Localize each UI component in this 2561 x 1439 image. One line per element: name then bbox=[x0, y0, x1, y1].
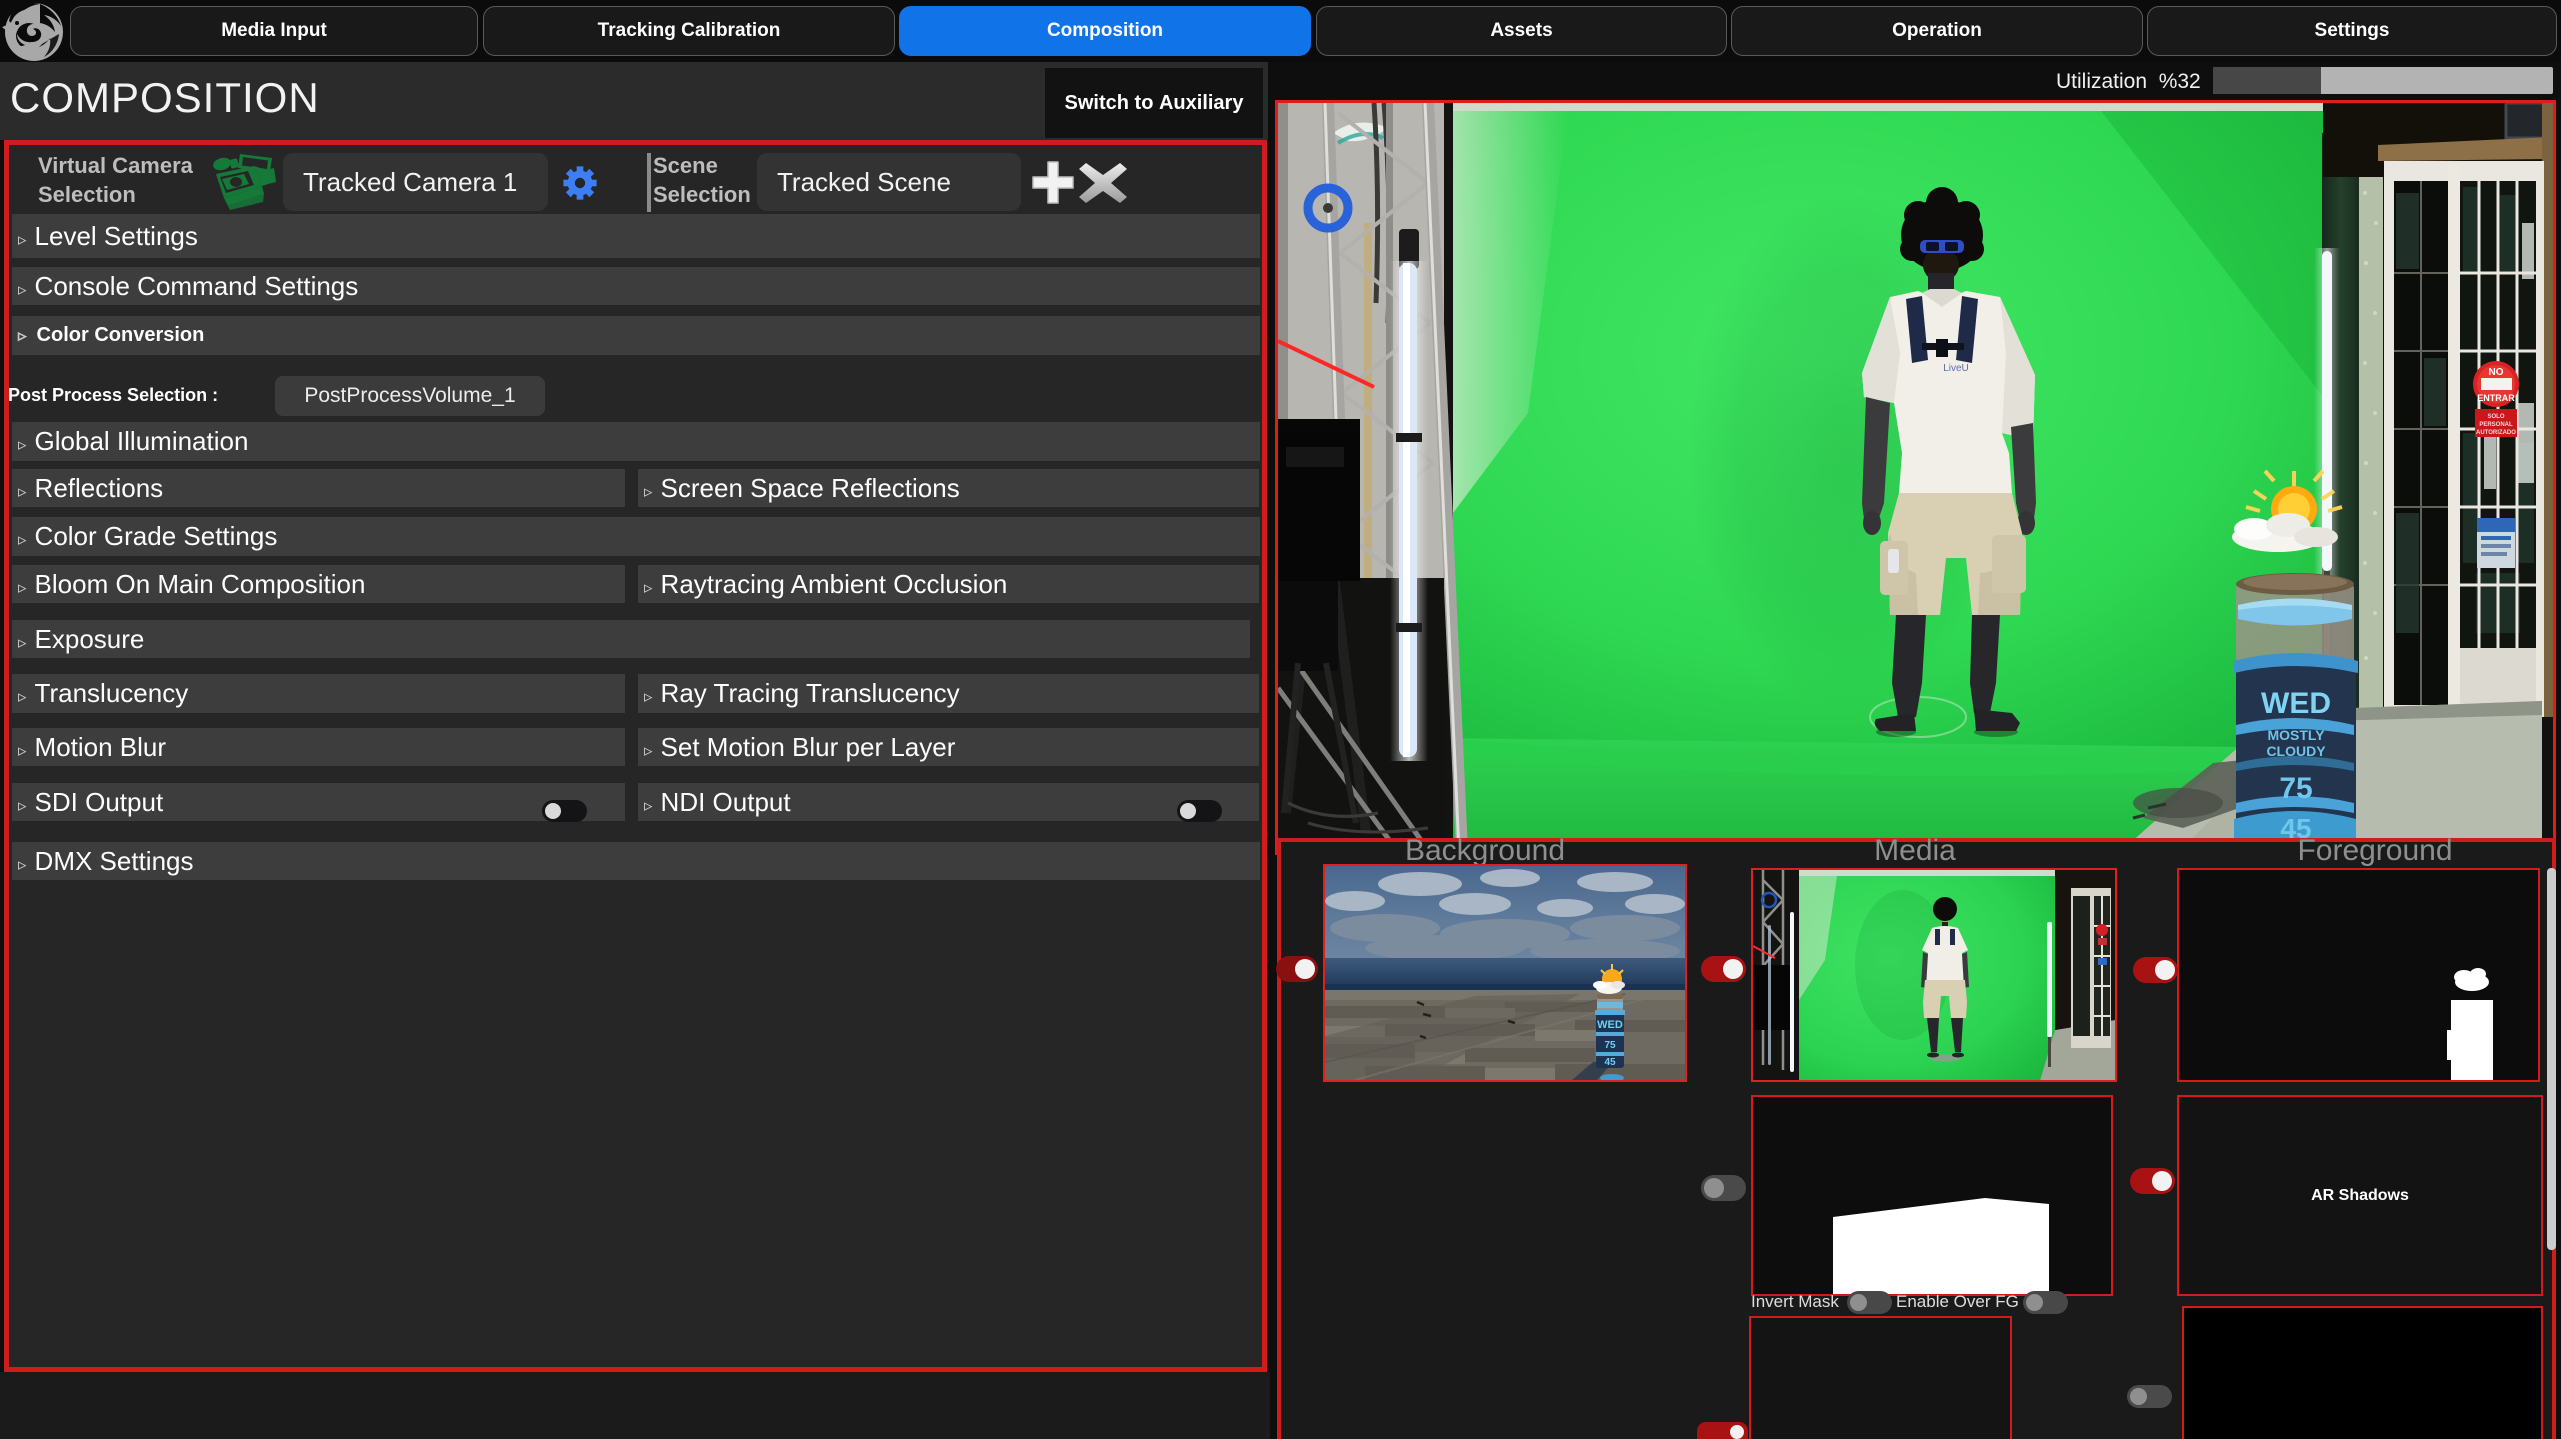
svg-text:SOLO: SOLO bbox=[2487, 414, 2504, 420]
svg-text:WED: WED bbox=[1597, 1019, 1623, 1031]
svg-text:CLOUDY: CLOUDY bbox=[2266, 743, 2326, 759]
svg-text:ENTRAR: ENTRAR bbox=[2477, 393, 2515, 403]
svg-text:AUTORIZADO: AUTORIZADO bbox=[2476, 430, 2516, 436]
svg-text:LiveU: LiveU bbox=[1943, 363, 1969, 374]
svg-text:WED: WED bbox=[2261, 687, 2331, 720]
svg-text:45: 45 bbox=[1604, 1057, 1616, 1068]
svg-text:75: 75 bbox=[2279, 772, 2312, 805]
svg-text:MOSTLY: MOSTLY bbox=[2267, 727, 2325, 743]
svg-text:75: 75 bbox=[1604, 1040, 1616, 1051]
svg-text:NO: NO bbox=[2489, 367, 2504, 378]
svg-text:PERSONAL: PERSONAL bbox=[2479, 422, 2513, 428]
